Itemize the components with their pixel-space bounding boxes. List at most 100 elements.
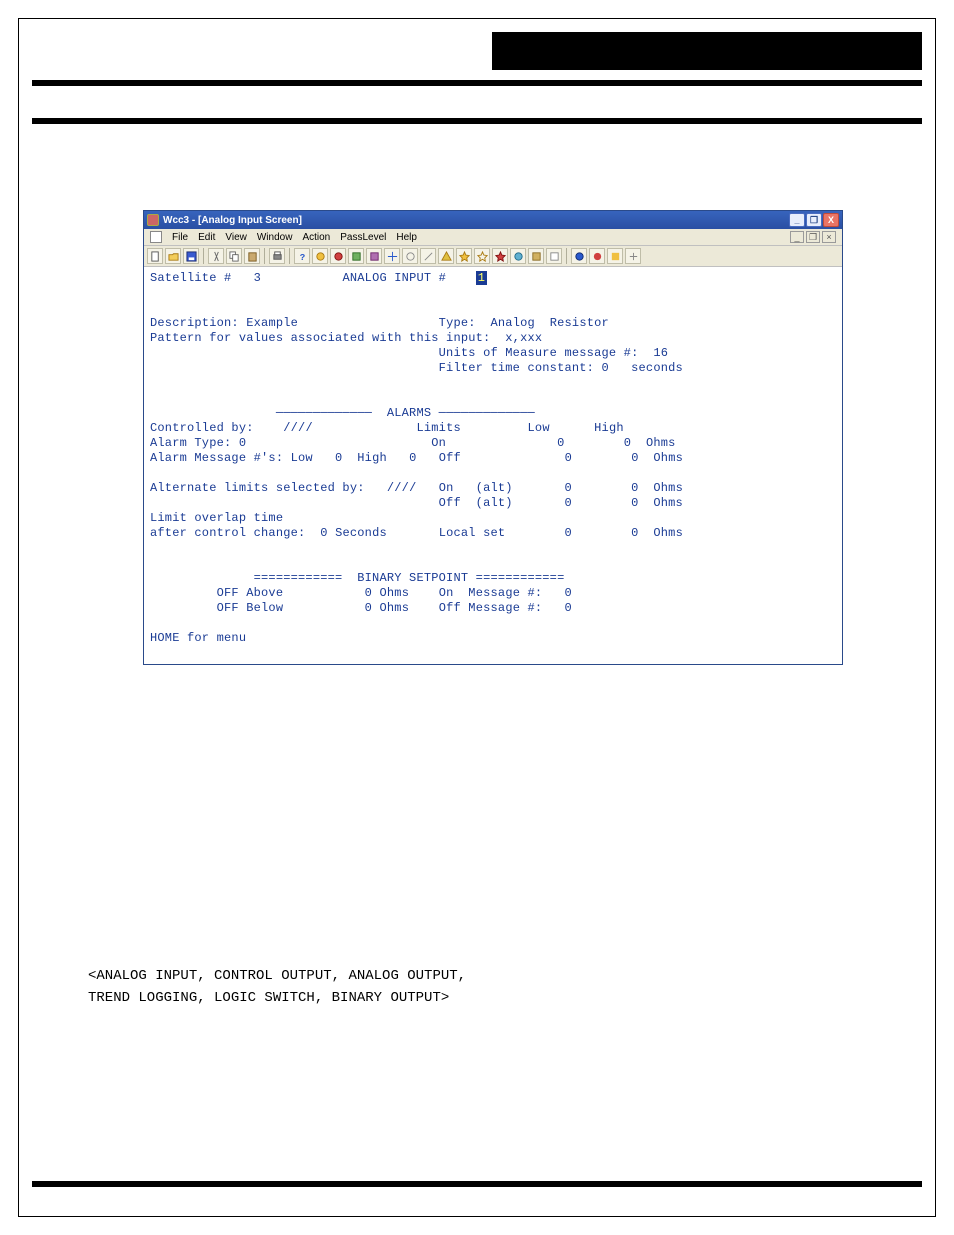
title-bar[interactable]: Wcc3 - [Analog Input Screen] _ ❐ X xyxy=(144,211,842,229)
after-change-value[interactable]: 0 xyxy=(320,526,327,540)
off-alt-low[interactable]: 0 xyxy=(564,496,571,510)
binary-setpoint-title: BINARY SETPOINT xyxy=(357,571,468,585)
tool-icon-5[interactable] xyxy=(384,248,400,264)
analog-input-number[interactable]: 1 xyxy=(476,271,487,285)
print-icon[interactable] xyxy=(269,248,285,264)
rule-upper xyxy=(32,80,922,86)
on-low[interactable]: 0 xyxy=(557,436,564,450)
home-footer: HOME for menu xyxy=(150,631,246,645)
off-units: Ohms xyxy=(653,451,683,465)
on-label: On xyxy=(431,436,446,450)
alarms-title: ALARMS xyxy=(387,406,431,420)
type-value[interactable]: Analog Resistor xyxy=(491,316,609,330)
menu-file[interactable]: File xyxy=(172,232,188,243)
units-value[interactable]: 16 xyxy=(653,346,668,360)
alarm-msg-high-label: High xyxy=(357,451,387,465)
off-below-value[interactable]: 0 xyxy=(365,601,372,615)
tool-icon-10[interactable] xyxy=(528,248,544,264)
paste-icon[interactable] xyxy=(244,248,260,264)
cut-icon[interactable] xyxy=(208,248,224,264)
maximize-button[interactable]: ❐ xyxy=(806,213,822,227)
local-low[interactable]: 0 xyxy=(565,526,572,540)
rule-header xyxy=(32,118,922,124)
menu-action[interactable]: Action xyxy=(302,232,330,243)
tool-icon-8[interactable] xyxy=(438,248,454,264)
description-value[interactable]: Example xyxy=(246,316,298,330)
menu-passlevel[interactable]: PassLevel xyxy=(340,232,386,243)
high-header: High xyxy=(594,421,624,435)
local-set-label: Local set xyxy=(439,526,506,540)
alarm-type-label: Alarm Type: xyxy=(150,436,231,450)
menu-edit[interactable]: Edit xyxy=(198,232,215,243)
on-alt-high[interactable]: 0 xyxy=(631,481,638,495)
units-label: Units of Measure message #: xyxy=(439,346,639,360)
type-label: Type: xyxy=(439,316,476,330)
local-units: Ohms xyxy=(653,526,683,540)
on-msg-label: On Message #: xyxy=(439,586,543,600)
description-label: Description: xyxy=(150,316,239,330)
off-above-value[interactable]: 0 xyxy=(365,586,372,600)
tool-icon-12[interactable] xyxy=(571,248,587,264)
tool-icon-6[interactable] xyxy=(402,248,418,264)
off-low[interactable]: 0 xyxy=(565,451,572,465)
reference-line-2: TREND LOGGING, LOGIC SWITCH, BINARY OUTP… xyxy=(88,987,868,1009)
satellite-number[interactable]: 3 xyxy=(254,271,261,285)
window-title: Wcc3 - [Analog Input Screen] xyxy=(163,215,302,226)
tool-icon-7[interactable] xyxy=(420,248,436,264)
menu-help[interactable]: Help xyxy=(396,232,417,243)
overlap-label: Limit overlap time xyxy=(150,511,283,525)
close-button[interactable]: X xyxy=(823,213,839,227)
mdi-close-button[interactable]: × xyxy=(822,231,836,243)
new-icon[interactable] xyxy=(147,248,163,264)
record-icon[interactable] xyxy=(589,248,605,264)
tool-icon-9[interactable] xyxy=(510,248,526,264)
star-icon[interactable] xyxy=(456,248,472,264)
off-alt-high[interactable]: 0 xyxy=(631,496,638,510)
help-icon[interactable]: ? xyxy=(294,248,310,264)
alt-selected-value[interactable]: //// xyxy=(387,481,417,495)
filter-value[interactable]: 0 xyxy=(602,361,609,375)
window-buttons: _ ❐ X xyxy=(789,213,839,227)
save-icon[interactable] xyxy=(183,248,199,264)
tool-icon-3[interactable] xyxy=(348,248,364,264)
controlled-by-value[interactable]: //// xyxy=(283,421,313,435)
star-red-icon[interactable] xyxy=(492,248,508,264)
alt-selected-label: Alternate limits selected by: xyxy=(150,481,365,495)
off-msg-value[interactable]: 0 xyxy=(565,601,572,615)
tool-icon-14[interactable] xyxy=(607,248,623,264)
tool-icon-11[interactable] xyxy=(546,248,562,264)
off-above-label: OFF Above xyxy=(217,586,284,600)
local-high[interactable]: 0 xyxy=(631,526,638,540)
alarm-msg-label: Alarm Message #'s: Low xyxy=(150,451,313,465)
tool-icon-15[interactable] xyxy=(625,248,641,264)
menu-view[interactable]: View xyxy=(225,232,247,243)
off-high[interactable]: 0 xyxy=(631,451,638,465)
menu-window[interactable]: Window xyxy=(257,232,293,243)
minimize-button[interactable]: _ xyxy=(789,213,805,227)
on-alt-low[interactable]: 0 xyxy=(565,481,572,495)
satellite-label: Satellite # xyxy=(150,271,231,285)
star-outline-icon[interactable] xyxy=(474,248,490,264)
after-change-units: Seconds xyxy=(335,526,387,540)
off-below-label: OFF Below xyxy=(217,601,284,615)
mdi-minimize-button[interactable]: _ xyxy=(790,231,804,243)
pattern-value[interactable]: x,xxx xyxy=(505,331,542,345)
tool-icon-1[interactable] xyxy=(312,248,328,264)
alarm-msg-high[interactable]: 0 xyxy=(409,451,416,465)
on-high[interactable]: 0 xyxy=(624,436,631,450)
controlled-by-label: Controlled by: xyxy=(150,421,254,435)
reference-line-1: <ANALOG INPUT, CONTROL OUTPUT, ANALOG OU… xyxy=(88,965,868,987)
on-msg-value[interactable]: 0 xyxy=(565,586,572,600)
off-label: Off xyxy=(439,451,461,465)
tool-icon-4[interactable] xyxy=(366,248,382,264)
alarm-type-value[interactable]: 0 xyxy=(239,436,246,450)
body-text: <ANALOG INPUT, CONTROL OUTPUT, ANALOG OU… xyxy=(88,965,868,1009)
tool-icon-2[interactable] xyxy=(330,248,346,264)
analog-input-label: ANALOG INPUT # xyxy=(342,271,446,285)
open-icon[interactable] xyxy=(165,248,181,264)
copy-icon[interactable] xyxy=(226,248,242,264)
on-alt-label: On (alt) xyxy=(439,481,513,495)
mdi-maximize-button[interactable]: ❐ xyxy=(806,231,820,243)
alarm-msg-low[interactable]: 0 xyxy=(335,451,342,465)
document-icon[interactable] xyxy=(150,231,162,243)
